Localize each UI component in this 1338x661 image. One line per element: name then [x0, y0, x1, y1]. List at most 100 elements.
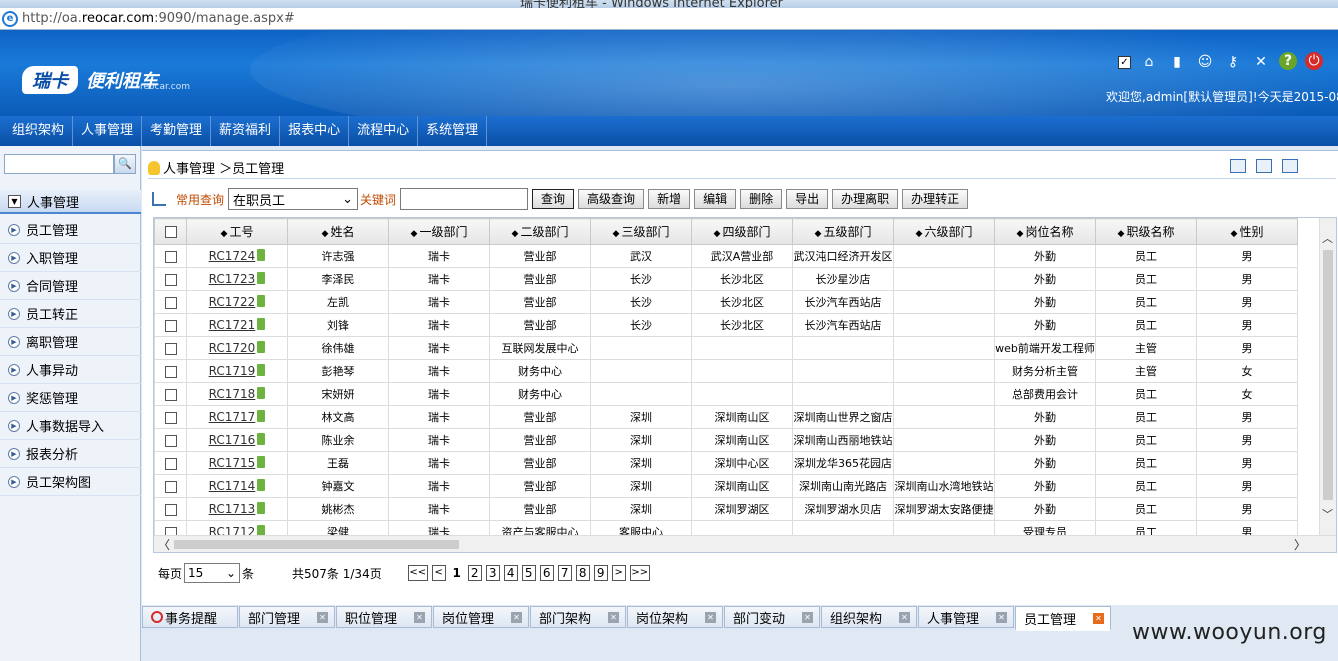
checkbox[interactable] — [164, 457, 177, 470]
employee-id-link[interactable]: RC1718 — [186, 382, 288, 406]
table-row[interactable]: RC1713 姚彬杰 瑞卡 营业部 深圳 深圳罗湖区 深圳罗湖水贝店 深圳罗湖太安路便捷 外勤员… — [154, 497, 1298, 521]
checkbox[interactable] — [164, 434, 177, 447]
layout-left-icon[interactable] — [1230, 159, 1246, 173]
per-page-select[interactable]: 15 ⌄ — [184, 563, 241, 583]
close-icon[interactable]: ✕ — [996, 611, 1007, 623]
table-row[interactable]: RC1723 李泽民 瑞卡 营业部 长沙 长沙北区 长沙星沙店 外勤 员工男 — [154, 267, 1298, 291]
advanced-query-button[interactable]: 高级查询 — [578, 189, 645, 209]
checkbox[interactable] — [164, 388, 177, 401]
chevron-right-icon[interactable]: 〉 — [1294, 536, 1306, 552]
page-link[interactable]: 8 — [575, 565, 590, 581]
prev-page-button[interactable]: < — [431, 565, 446, 581]
nav-report[interactable]: 报表中心 — [280, 116, 350, 146]
employee-id-link[interactable]: RC1721 — [186, 313, 288, 337]
select-all[interactable] — [154, 218, 187, 245]
vertical-scrollbar[interactable]: ︿ ﹀ — [1319, 218, 1336, 536]
employee-id-link[interactable]: RC1714 — [186, 474, 288, 498]
row-select[interactable] — [154, 359, 187, 383]
address-url[interactable]: http://oa.reocar.com:9090/manage.aspx# — [22, 11, 295, 26]
nav-system[interactable]: 系统管理 — [418, 116, 488, 146]
col-header[interactable]: ◆ 工号 — [186, 218, 288, 245]
query-button[interactable]: 查询 — [532, 189, 575, 209]
sidebar-item[interactable]: ▶ 员工管理 — [0, 216, 141, 244]
export-button[interactable]: 导出 — [786, 189, 829, 209]
nav-workflow[interactable]: 流程中心 — [349, 116, 419, 146]
row-select[interactable] — [154, 336, 187, 360]
power-icon[interactable]: ⏻ — [1305, 52, 1323, 70]
row-select[interactable] — [154, 290, 187, 314]
page-link[interactable]: 7 — [557, 565, 572, 581]
sidebar-head[interactable]: ▼ 人事管理 — [0, 190, 141, 214]
page-link[interactable]: 9 — [593, 565, 608, 581]
sidebar-item[interactable]: ▶ 人事数据导入 — [0, 412, 141, 440]
common-query-label[interactable]: 常用查询 — [176, 191, 224, 208]
resign-button[interactable]: 办理离职 — [832, 189, 899, 209]
row-select[interactable] — [154, 382, 187, 406]
employee-id-link[interactable]: RC1722 — [186, 290, 288, 314]
tab-org[interactable]: 组织架构 ✕ — [821, 606, 917, 628]
last-page-button[interactable]: >> — [629, 565, 650, 581]
row-select[interactable] — [154, 313, 187, 337]
regularize-button[interactable]: 办理转正 — [902, 189, 969, 209]
tab-post[interactable]: 岗位管理 ✕ — [433, 606, 529, 628]
table-row[interactable]: RC1718 宋妍妍 瑞卡 财务中心 总部费用会计 员工女 — [154, 382, 1298, 406]
close-icon[interactable]: ✕ — [1093, 612, 1104, 624]
tab-reminder[interactable]: 事务提醒 — [142, 606, 238, 628]
layout-window-icon[interactable] — [1282, 159, 1298, 173]
status-select[interactable]: 在职员工 ⌄ — [228, 188, 359, 210]
collapse-icon[interactable]: ▼ — [8, 194, 21, 208]
chevron-left-icon[interactable]: 〈 — [158, 536, 170, 552]
row-select[interactable] — [154, 267, 187, 291]
sidebar-item[interactable]: ▶ 员工架构图 — [0, 468, 141, 496]
search-icon[interactable]: 🔍 — [114, 154, 136, 174]
tab-employee[interactable]: 员工管理 ✕ — [1015, 606, 1111, 631]
scroll-thumb[interactable] — [1323, 250, 1333, 500]
table-row[interactable]: RC1720 徐伟雄 瑞卡 互联网发展中心 web前端开发工程师 主管男 — [154, 336, 1298, 360]
col-header[interactable]: ◆ 五级部门 — [792, 218, 894, 245]
col-header[interactable]: ◆ 二级部门 — [489, 218, 591, 245]
row-select[interactable] — [154, 474, 187, 498]
sidebar-item[interactable]: ▶ 员工转正 — [0, 300, 141, 328]
col-header[interactable]: ◆ 六级部门 — [893, 218, 995, 245]
col-header[interactable]: ◆ 三级部门 — [590, 218, 692, 245]
checkbox[interactable] — [164, 411, 177, 424]
close-icon[interactable]: ✕ — [414, 611, 425, 623]
nav-attendance[interactable]: 考勤管理 — [142, 116, 212, 146]
table-row[interactable]: RC1719 彭艳琴 瑞卡 财务中心 财务分析主管 主管女 — [154, 359, 1298, 383]
nav-salary[interactable]: 薪资福利 — [211, 116, 281, 146]
horizontal-scrollbar[interactable]: 〈 〉 — [154, 535, 1336, 552]
col-header[interactable]: ◆ 职级名称 — [1095, 218, 1197, 245]
checkbox[interactable] — [164, 480, 177, 493]
close-icon[interactable]: ✕ — [705, 611, 716, 623]
layout-list-icon[interactable] — [1256, 159, 1272, 173]
address-bar[interactable]: e http://oa.reocar.com:9090/manage.aspx# — [0, 8, 1338, 30]
table-row[interactable]: RC1715 王磊 瑞卡 营业部 深圳 深圳中心区 深圳龙华365花园店 外勤 员工男 — [154, 451, 1298, 475]
page-link[interactable]: 2 — [467, 565, 482, 581]
employee-id-link[interactable]: RC1723 — [186, 267, 288, 291]
checkbox[interactable] — [164, 273, 177, 286]
first-page-button[interactable]: << — [407, 565, 428, 581]
sidebar-item[interactable]: ▶ 报表分析 — [0, 440, 141, 468]
tab-dept[interactable]: 部门管理 ✕ — [239, 606, 335, 628]
row-select[interactable] — [154, 428, 187, 452]
tab-hr[interactable]: 人事管理 ✕ — [918, 606, 1014, 628]
scroll-thumb[interactable] — [174, 540, 459, 549]
edit-button[interactable]: 编辑 — [694, 189, 737, 209]
close-icon[interactable]: ✕ — [317, 611, 328, 623]
employee-id-link[interactable]: RC1713 — [186, 497, 288, 521]
tab-position[interactable]: 职位管理 ✕ — [336, 606, 432, 628]
add-button[interactable]: 新增 — [648, 189, 691, 209]
page-link[interactable]: 4 — [503, 565, 518, 581]
tools-icon[interactable]: ✕ — [1251, 52, 1271, 72]
employee-id-link[interactable]: RC1719 — [186, 359, 288, 383]
page-link[interactable]: 6 — [539, 565, 554, 581]
table-row[interactable]: RC1717 林文高 瑞卡 营业部 深圳 深圳南山区 深圳南山世界之窗店 外勤 员工男 — [154, 405, 1298, 429]
checkbox-icon[interactable]: ✓ — [1118, 56, 1131, 69]
delete-button[interactable]: 删除 — [740, 189, 783, 209]
sidebar-item[interactable]: ▶ 入职管理 — [0, 244, 141, 272]
sidebar-item[interactable]: ▶ 离职管理 — [0, 328, 141, 356]
employee-id-link[interactable]: RC1720 — [186, 336, 288, 360]
col-header[interactable]: ◆ 一级部门 — [388, 218, 490, 245]
table-row[interactable]: RC1721 刘锋 瑞卡 营业部 长沙 长沙北区 长沙汽车西站店 外勤 员工男 — [154, 313, 1298, 337]
tab-post-arch[interactable]: 岗位架构 ✕ — [627, 606, 723, 628]
